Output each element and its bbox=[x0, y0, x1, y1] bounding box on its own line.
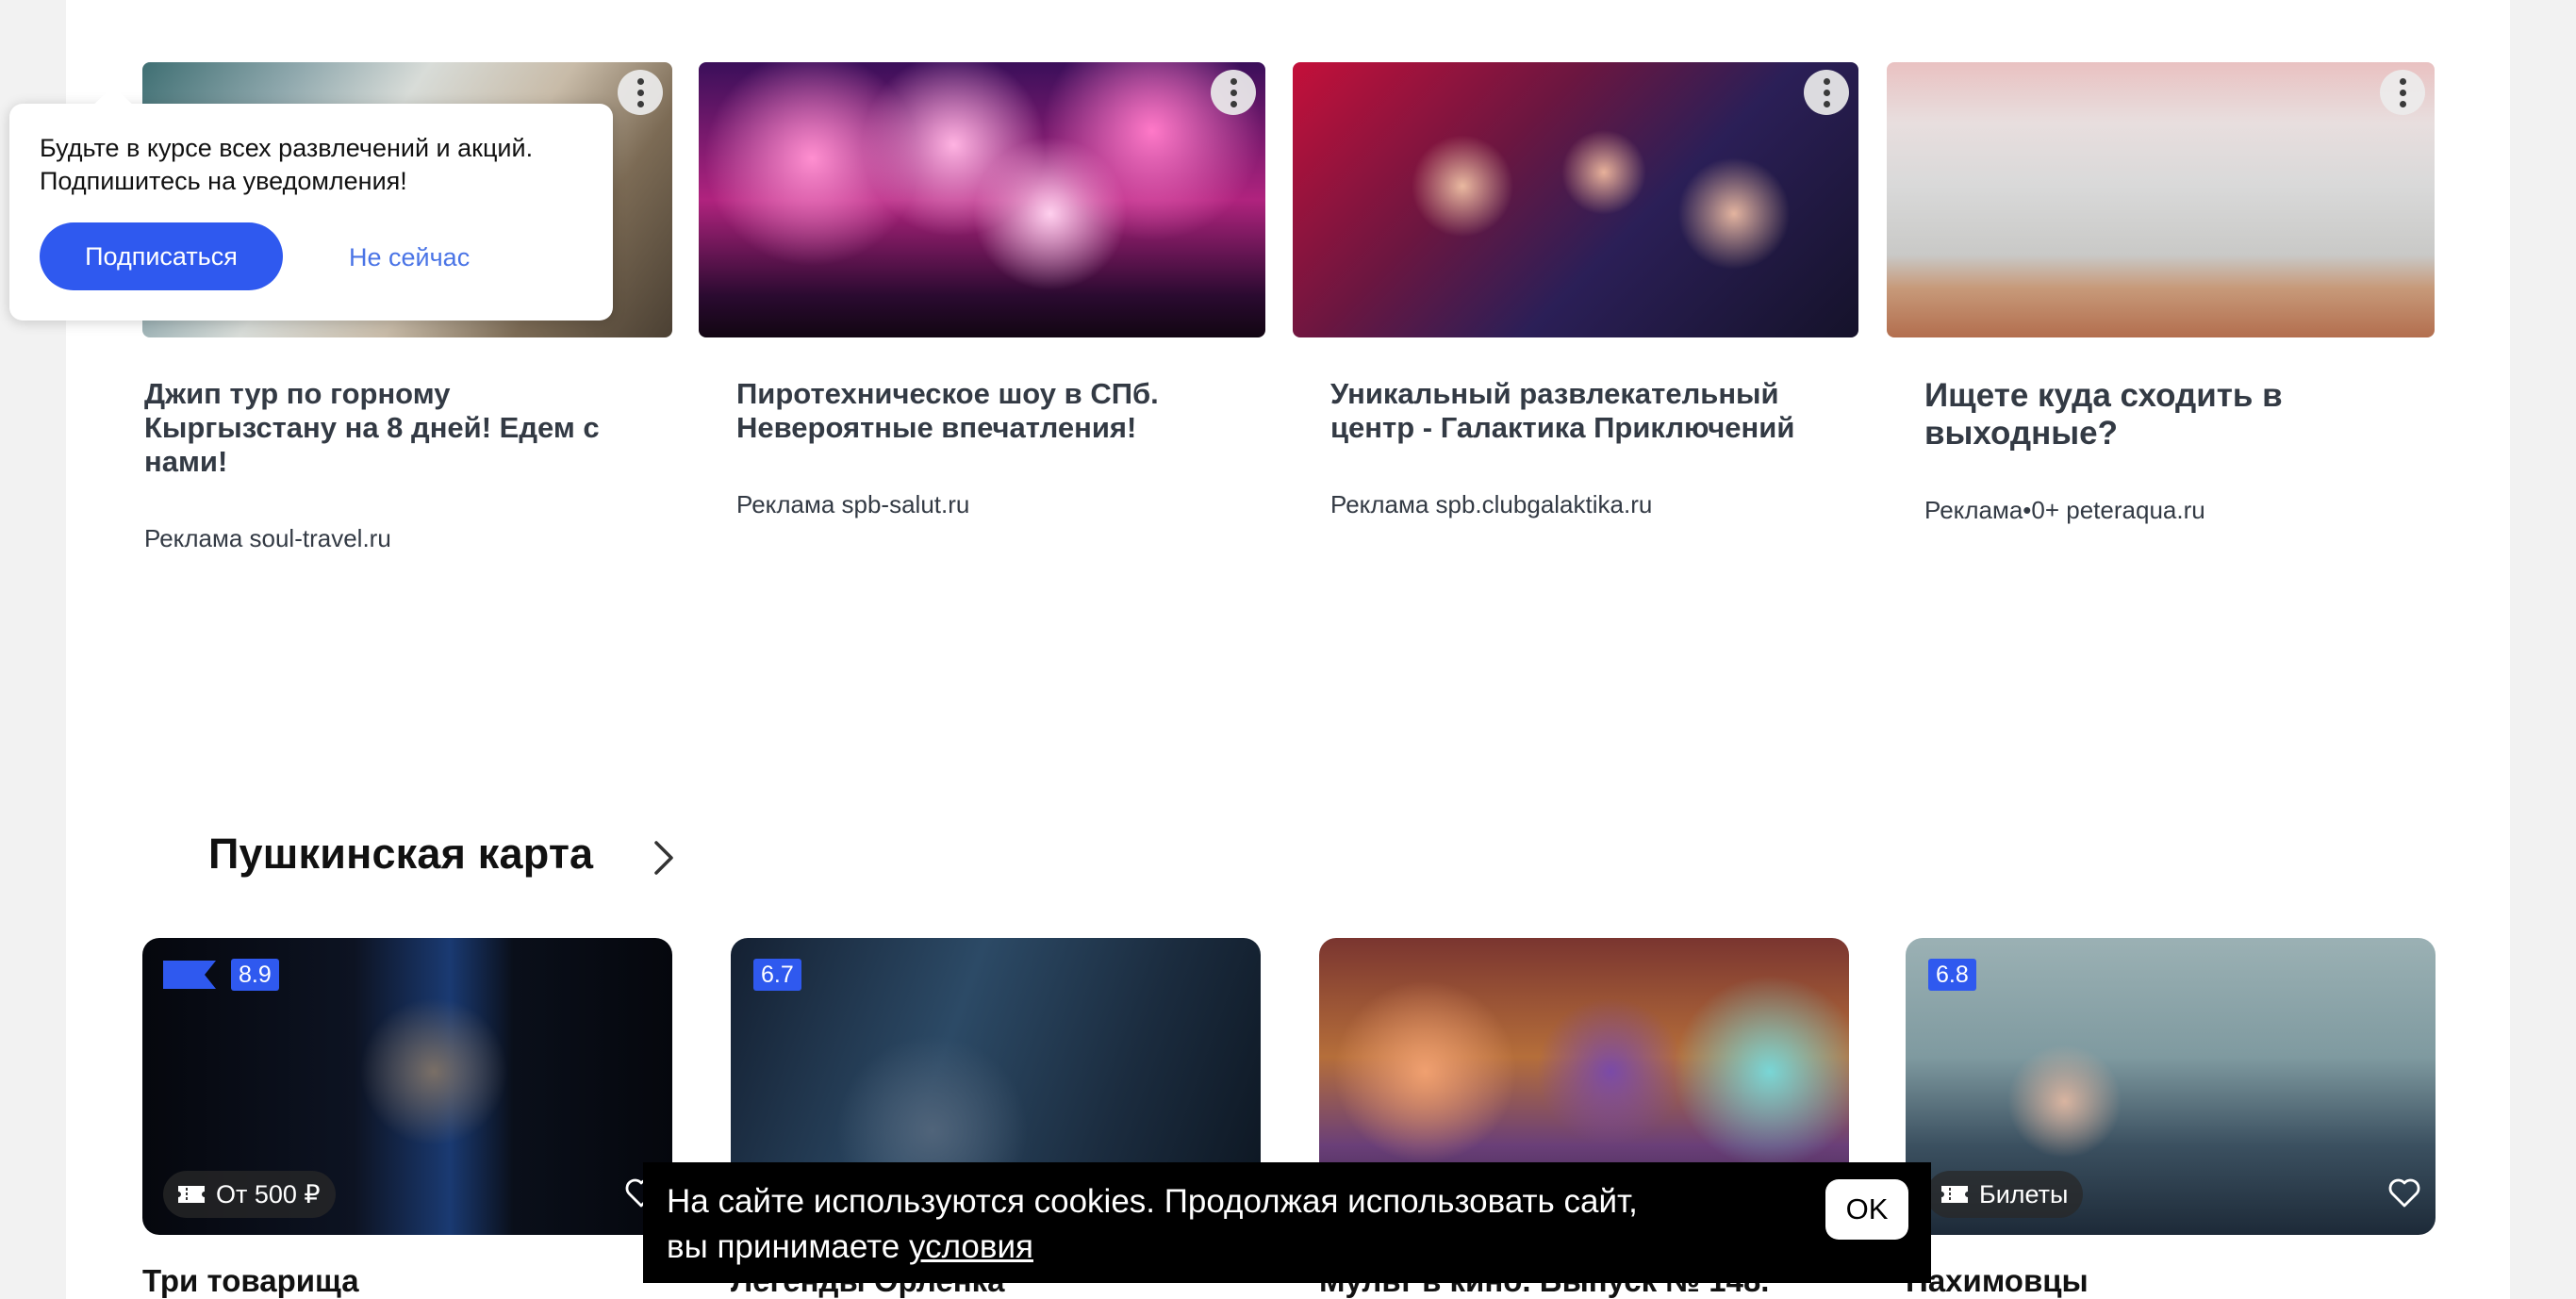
event-image[interactable]: 6.8 Билеты bbox=[1906, 938, 2436, 1235]
ad-meta: Реклама spb-salut.ru bbox=[736, 490, 970, 518]
subscribe-button[interactable]: Подписаться bbox=[40, 222, 283, 290]
ad-title[interactable]: Уникальный развлекательный центр - Галак… bbox=[1293, 377, 1821, 445]
ad-meta: Реклама spb.clubgalaktika.ru bbox=[1330, 490, 1653, 518]
popup-message: Будьте в курсе всех развлечений и акций.… bbox=[40, 134, 534, 195]
popup-pointer bbox=[92, 87, 134, 106]
not-now-button[interactable]: Не сейчас bbox=[349, 243, 470, 272]
price-badge[interactable]: От 500 ₽ bbox=[163, 1171, 336, 1218]
heart-icon[interactable] bbox=[2388, 1178, 2420, 1209]
ticket-icon bbox=[178, 1186, 205, 1203]
ad-card[interactable]: Уникальный развлекательный центр - Галак… bbox=[1293, 62, 1858, 519]
rating-badge: 6.8 bbox=[1928, 959, 1976, 991]
kinopoisk-flag-icon bbox=[163, 961, 216, 989]
price-label: От 500 ₽ bbox=[216, 1179, 321, 1209]
more-options-icon[interactable] bbox=[618, 70, 663, 115]
ticket-icon bbox=[1941, 1186, 1968, 1203]
notification-popup: Будьте в курсе всех развлечений и акций.… bbox=[9, 87, 613, 321]
event-card[interactable]: 8.9 От 500 ₽ Три товарища bbox=[142, 938, 672, 1299]
more-options-icon[interactable] bbox=[2380, 70, 2425, 115]
cookie-text: На сайте используются cookies. Продолжая… bbox=[667, 1183, 1638, 1265]
rating-badge: 6.7 bbox=[753, 959, 801, 991]
rating-badge: 8.9 bbox=[231, 959, 279, 991]
chevron-right-icon[interactable] bbox=[649, 839, 679, 877]
more-options-icon[interactable] bbox=[1211, 70, 1256, 115]
cookie-banner: На сайте используются cookies. Продолжая… bbox=[643, 1162, 1931, 1283]
section-title[interactable]: Пушкинская карта bbox=[208, 830, 593, 879]
event-title[interactable]: Три товарища bbox=[142, 1263, 672, 1299]
ad-title[interactable]: Пиротехническое шоу в СПб. Невероятные в… bbox=[699, 377, 1227, 445]
ad-title[interactable]: Джип тур по горному Кыргызстану на 8 дне… bbox=[142, 377, 614, 479]
event-image[interactable]: 8.9 От 500 ₽ bbox=[142, 938, 672, 1235]
cookie-message: На сайте используются cookies. Продолжая… bbox=[667, 1179, 1685, 1270]
ad-card[interactable]: Пиротехническое шоу в СПб. Невероятные в… bbox=[699, 62, 1265, 519]
event-card[interactable]: 6.8 Билеты Нахимовцы bbox=[1906, 938, 2436, 1299]
ad-image[interactable] bbox=[1293, 62, 1858, 337]
ad-meta: Реклама soul-travel.ru bbox=[144, 524, 391, 552]
more-options-icon[interactable] bbox=[1804, 70, 1849, 115]
ad-image[interactable] bbox=[699, 62, 1265, 337]
ad-card[interactable]: Ищете куда сходить в выходные? Реклама•0… bbox=[1887, 62, 2435, 525]
ad-image[interactable] bbox=[1887, 62, 2435, 337]
tickets-label: Билеты bbox=[1979, 1179, 2069, 1209]
cookie-ok-button[interactable]: OK bbox=[1825, 1179, 1908, 1240]
event-title[interactable]: Нахимовцы bbox=[1906, 1263, 2436, 1299]
tickets-badge[interactable]: Билеты bbox=[1926, 1171, 2084, 1218]
terms-link[interactable]: условия bbox=[909, 1228, 1033, 1265]
ad-meta: Реклама•0+ peteraqua.ru bbox=[1924, 496, 2205, 524]
ad-title[interactable]: Ищете куда сходить в выходные? bbox=[1887, 377, 2292, 452]
